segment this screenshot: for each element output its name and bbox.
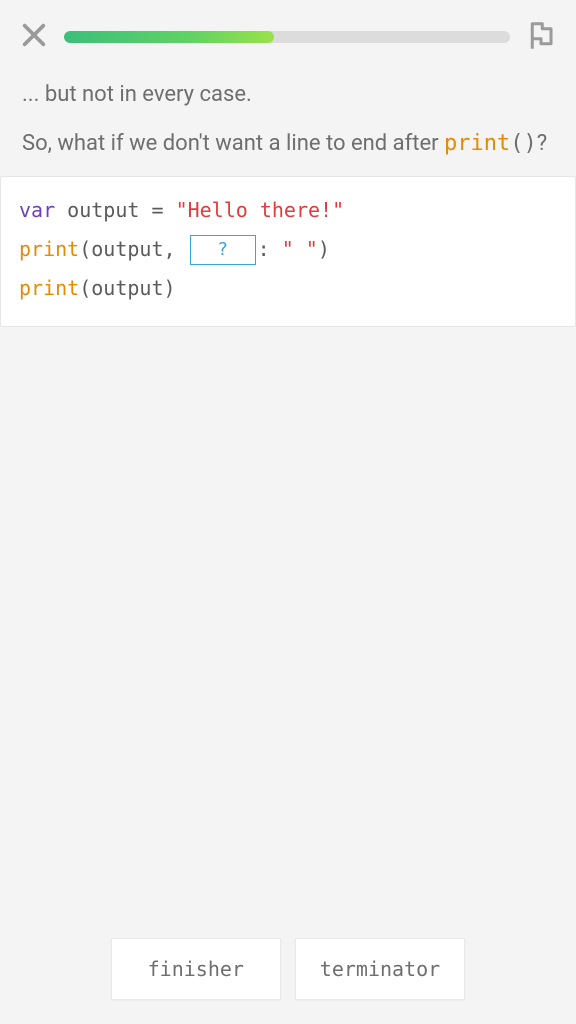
progress-bar [64, 31, 510, 43]
inline-code-print: print() [444, 131, 537, 156]
token-ident-output: output [67, 198, 139, 222]
token-func-print: print [19, 237, 79, 261]
lesson-line-1: ... but not in every case. [22, 78, 554, 111]
answer-option-terminator[interactable]: terminator [295, 938, 465, 1000]
code-line-1: var output = "Hello there!" [19, 191, 557, 230]
report-icon[interactable] [526, 20, 556, 54]
token-func-print: print [19, 276, 79, 300]
answer-options: finisher terminator [0, 938, 576, 1000]
code-line-2: print(output, ?: " ") [19, 230, 557, 269]
lesson-text: ... but not in every case. So, what if w… [0, 64, 576, 160]
token-equals: = [151, 198, 163, 222]
close-icon[interactable] [20, 21, 48, 53]
code-line-3: print(output) [19, 269, 557, 308]
fill-blank-input[interactable]: ? [190, 235, 256, 265]
token-close-paren: ) [318, 237, 330, 261]
header-bar [0, 0, 576, 64]
answer-option-finisher[interactable]: finisher [111, 938, 281, 1000]
token-ident-output: output [91, 276, 163, 300]
token-comma: , [164, 237, 176, 261]
code-block: var output = "Hello there!" print(output… [0, 176, 576, 327]
progress-fill [64, 31, 274, 43]
token-open-paren: ( [79, 276, 91, 300]
token-ident-output: output [91, 237, 163, 261]
token-colon: : [258, 237, 270, 261]
token-string-hello: "Hello there!" [176, 198, 345, 222]
token-close-paren: ) [164, 276, 176, 300]
lesson-line-2-text: So, what if we don't want a line to end … [22, 131, 444, 156]
token-string-space: " " [282, 237, 318, 261]
lesson-line-2: So, what if we don't want a line to end … [22, 127, 554, 160]
token-open-paren: ( [79, 237, 91, 261]
lesson-line-2-suffix: ? [537, 131, 547, 156]
token-keyword-var: var [19, 198, 55, 222]
